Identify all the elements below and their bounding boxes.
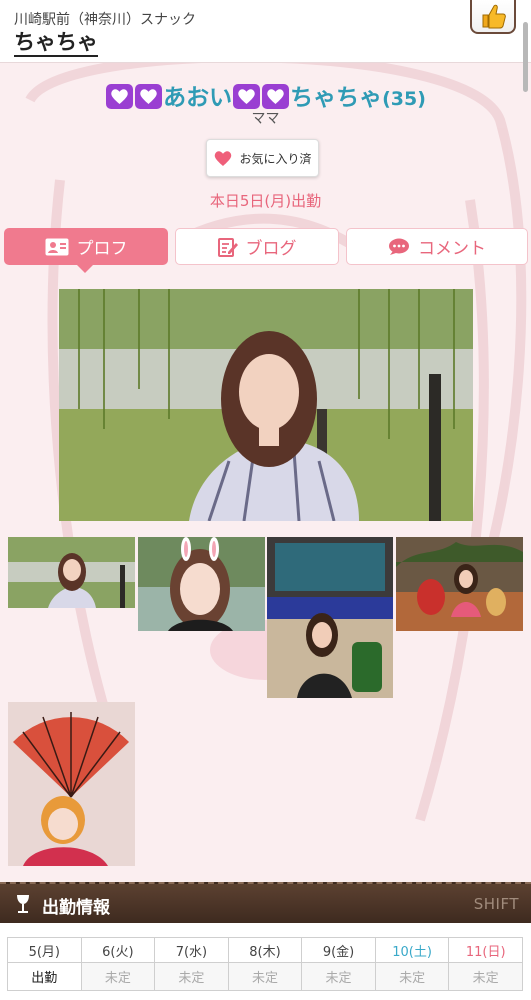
shift-table: 5(月) 6(火) 7(水) 8(木) 9(金) 10(土) 11(日) 出勤 … (7, 937, 523, 991)
tab-profile[interactable]: プロフ (4, 228, 168, 273)
thumbnail-photo[interactable] (8, 537, 135, 608)
tab-profile-label: プロフ (76, 239, 128, 259)
tab-blog-label: ブログ (245, 239, 297, 259)
shift-day-cell: 10(土) (374, 937, 450, 963)
shift-status-cell: 未定 (227, 962, 303, 991)
shift-status-cell: 未定 (448, 962, 523, 991)
wine-glass-icon (17, 895, 29, 913)
heart-icon (215, 150, 232, 166)
site-header: 川崎駅前（神奈川）スナック ちゃちゃ (0, 0, 531, 63)
shift-schedule: 5(月) 6(火) 7(水) 8(木) 9(金) 10(土) 11(日) 出勤 … (0, 923, 531, 1000)
shift-subtitle: SHIFT (473, 895, 519, 913)
thumbnail-photo[interactable] (267, 537, 393, 698)
today-shift-label: 本日5日(月)出勤 (209, 192, 322, 210)
thumbnail-photo[interactable] (8, 702, 135, 866)
shop-name-link[interactable]: ちゃちゃ (14, 30, 98, 57)
heart-icon (106, 84, 134, 109)
thumbnail-photo[interactable] (396, 537, 523, 631)
thumbs-up-icon (482, 4, 506, 29)
tab-comment-label: コメント (418, 239, 486, 259)
shift-day-cell: 7(水) (154, 937, 229, 963)
tab-comment[interactable]: コメント (346, 228, 528, 265)
tab-blog[interactable]: ブログ (175, 228, 339, 265)
favorite-button-label: お気に入り済 (239, 151, 312, 166)
shift-day-cell: 8(木) (227, 937, 303, 963)
shift-days-row: 5(月) 6(火) 7(水) 8(木) 9(金) 10(土) 11(日) (7, 937, 523, 963)
girl-title: ママ (251, 111, 280, 127)
shift-status-cell: 出勤 (7, 962, 82, 991)
heart-icon (233, 84, 261, 109)
main-profile-photo[interactable] (59, 289, 473, 521)
shop-area-label: 川崎駅前（神奈川）スナック (14, 12, 196, 28)
blog-edit-icon (217, 237, 238, 257)
shift-status-cell: 未定 (301, 962, 376, 991)
heart-icon (135, 84, 163, 109)
shift-day-cell: 9(金) (301, 937, 376, 963)
thumbnail-photo[interactable] (138, 537, 265, 631)
shift-status-cell: 未定 (154, 962, 229, 991)
thumbs-up-button[interactable] (470, 0, 516, 34)
shift-status-cell: 未定 (80, 962, 156, 991)
shift-status-cell: 未定 (374, 962, 450, 991)
shift-status-row: 出勤 未定 未定 未定 未定 未定 未定 (7, 962, 523, 991)
girl-age: (35) (382, 88, 426, 110)
profile-card-icon (45, 238, 68, 255)
favorite-button[interactable]: お気に入り済 (206, 139, 319, 177)
shift-day-cell: 11(日) (448, 937, 523, 963)
speech-bubble-icon (389, 238, 409, 255)
shift-title: 出勤情報 (42, 898, 110, 918)
shift-section-header: 出勤情報 SHIFT (0, 882, 531, 923)
heart-icon (262, 84, 290, 109)
scrollbar[interactable] (523, 22, 528, 92)
shift-day-cell: 5(月) (7, 937, 82, 963)
girl-name-heading: あおい ちゃちゃ(35) (0, 78, 531, 112)
shift-day-cell: 6(火) (80, 937, 156, 963)
